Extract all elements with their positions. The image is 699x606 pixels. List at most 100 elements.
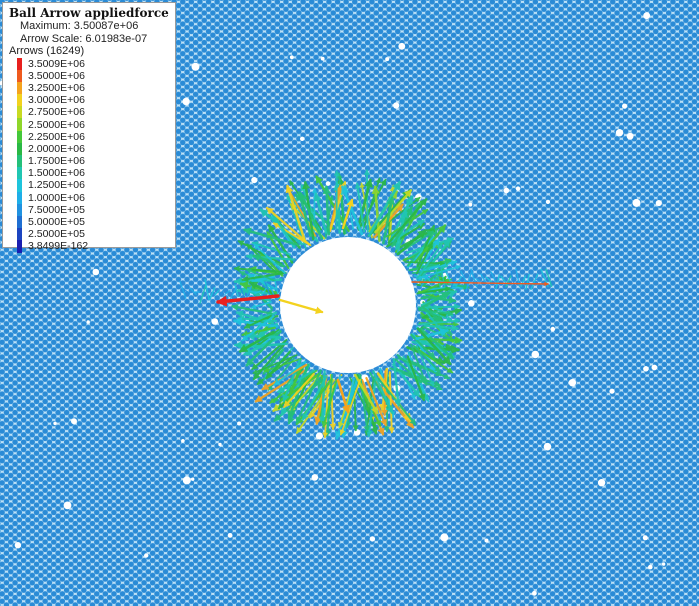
- legend-title: Ball Arrow appliedforce: [9, 6, 169, 20]
- legend-scale-row: 3.8499E-162: [9, 240, 169, 253]
- void-gap: [632, 198, 641, 207]
- void-gap: [550, 326, 556, 332]
- legend-scale-row: 3.5009E+06: [9, 57, 169, 70]
- legend-swatch: [17, 179, 22, 192]
- void-gap: [568, 379, 577, 387]
- legend-swatch: [17, 228, 22, 241]
- legend-scale-label: 5.0000E+05: [28, 216, 85, 229]
- legend-scale-label: 2.0000E+06: [28, 142, 85, 155]
- void-gap: [515, 186, 521, 191]
- legend-swatch: [17, 155, 22, 168]
- void-gap: [661, 562, 666, 566]
- legend-scale-label: 2.5000E+05: [28, 228, 85, 241]
- legend-scale-label: 3.8499E-162: [28, 240, 89, 253]
- void-gap: [468, 202, 473, 207]
- legend-scale-label: 1.0000E+06: [28, 191, 85, 204]
- legend-scale-label: 7.5000E+05: [28, 203, 85, 216]
- legend-arrow-scale: Arrow Scale: 6.01983e-07: [20, 32, 148, 45]
- legend-scale-row: 3.5000E+06: [9, 69, 169, 82]
- legend-maximum: Maximum: 3.50087e+06: [20, 20, 139, 32]
- void-gap: [71, 418, 77, 425]
- void-gap: [597, 479, 606, 487]
- void-gap: [182, 97, 190, 106]
- legend-swatch: [17, 81, 22, 95]
- void-gap: [315, 432, 323, 440]
- legend-scale-label: 3.0000E+06: [28, 94, 85, 107]
- void-gap: [63, 501, 72, 510]
- void-gap: [227, 533, 233, 538]
- force-arrow: [249, 290, 257, 294]
- void-gap: [398, 42, 406, 50]
- legend-swatch: [17, 142, 22, 155]
- legend-swatch: [17, 203, 22, 216]
- void-gap: [182, 476, 191, 485]
- void-gap: [325, 181, 331, 186]
- void-gap: [503, 187, 510, 194]
- legend-scale-label: 3.5009E+06: [28, 57, 85, 70]
- legend-swatch: [17, 167, 22, 180]
- void-gap: [643, 12, 651, 20]
- void-gap: [144, 553, 149, 558]
- legend-scale-row: 1.5000E+06: [9, 167, 169, 180]
- void-gap: [622, 103, 628, 109]
- void-gap: [218, 442, 222, 447]
- legend-swatch: [17, 191, 22, 204]
- void-gap: [651, 364, 658, 371]
- legend-swatch: [17, 57, 22, 70]
- legend-swatch: [17, 94, 22, 107]
- void-gap: [545, 199, 551, 204]
- legend-scale-row: 5.0000E+05: [9, 215, 169, 229]
- void-gap: [655, 200, 662, 207]
- void-gap: [648, 564, 653, 570]
- void-gap: [181, 439, 185, 443]
- void-gap: [468, 300, 475, 307]
- void-gap: [543, 442, 552, 451]
- legend-swatch: [17, 215, 22, 229]
- legend-scale-row: 3.0000E+06: [9, 94, 169, 107]
- void-gap: [251, 177, 258, 184]
- void-gap: [53, 421, 57, 426]
- legend-scale-row: 2.7500E+06: [9, 106, 169, 119]
- legend-scale-row: 1.7500E+06: [9, 155, 169, 168]
- void-gap: [14, 542, 22, 549]
- legend-scale-label: 2.7500E+06: [28, 106, 85, 119]
- void-gap: [369, 536, 376, 542]
- legend-arrow-count: Arrows (16249): [9, 45, 85, 57]
- legend-scale-row: 7.5000E+05: [9, 203, 169, 216]
- void-gap: [311, 474, 319, 481]
- void-gap: [531, 350, 540, 359]
- legend-scale-row: 2.2500E+06: [9, 130, 169, 143]
- void-gap: [440, 533, 449, 542]
- void-gap: [300, 136, 305, 141]
- legend-scale-label: 1.7500E+06: [28, 155, 85, 168]
- force-arrow: [381, 370, 388, 417]
- legend-scale-label: 1.5000E+06: [28, 167, 85, 180]
- void-gap: [211, 318, 219, 325]
- void-gap: [92, 268, 100, 276]
- legend-scale-label: 2.2500E+06: [28, 130, 85, 143]
- void-gap: [484, 538, 489, 543]
- legend-scale-label: 3.5000E+06: [28, 69, 85, 82]
- void-gap: [86, 320, 90, 324]
- legend-scale-label: 1.2500E+06: [28, 179, 85, 192]
- void-gap: [191, 477, 195, 481]
- legend-scale-row: 1.0000E+06: [9, 191, 169, 204]
- legend-scale-row: 2.5000E+05: [9, 228, 169, 241]
- void-gap: [320, 56, 325, 61]
- void-gap: [615, 129, 624, 137]
- legend-swatch: [17, 106, 22, 119]
- legend-swatch: [17, 130, 22, 143]
- legend-swatch: [17, 240, 22, 253]
- legend-panel: Ball Arrow appliedforce Maximum: 3.50087…: [2, 2, 176, 253]
- void-gap: [609, 388, 615, 394]
- legend-scale-row: 2.5000E+06: [9, 118, 169, 131]
- legend-swatch: [17, 69, 22, 82]
- void-gap: [626, 132, 634, 140]
- legend-scale-row: 1.2500E+06: [9, 179, 169, 192]
- legend-scale-row: 3.2500E+06: [9, 81, 169, 95]
- legend-scale-label: 2.5000E+06: [28, 118, 85, 131]
- void-gap: [642, 535, 648, 541]
- legend-scale-row: 2.0000E+06: [9, 142, 169, 155]
- void-gap: [237, 421, 242, 426]
- void-gap: [393, 102, 400, 109]
